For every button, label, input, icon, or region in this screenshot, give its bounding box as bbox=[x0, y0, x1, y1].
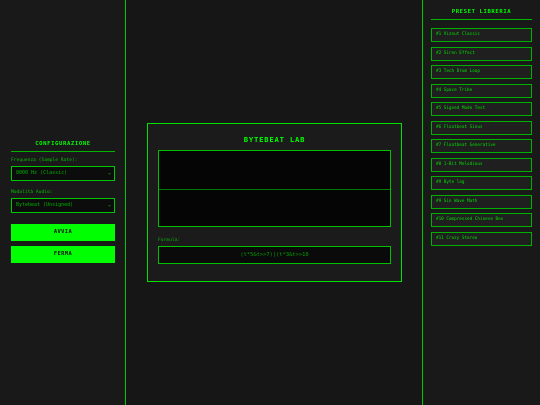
preset-item[interactable]: #4 Space Tribe bbox=[431, 83, 532, 98]
preset-item[interactable]: #10 Compressed Chinese Bex bbox=[431, 213, 532, 227]
sample-rate-value: 8000 Hz (Classic) bbox=[16, 170, 68, 176]
waveform-canvas bbox=[158, 150, 391, 227]
sample-rate-label: Frequenza (Sample Rate): bbox=[11, 158, 78, 163]
preset-item[interactable]: #9 Byte lag bbox=[431, 176, 532, 190]
mode-label: Modalità Audio: bbox=[11, 190, 53, 195]
preset-item[interactable]: #5 Signed Mode Test bbox=[431, 102, 532, 116]
lab-title: BYTEBEAT LAB bbox=[243, 135, 306, 144]
mode-select[interactable]: Bytebeat (Unsigned) ⌄ bbox=[11, 198, 115, 213]
config-title: CONFIGURAZIONE bbox=[11, 141, 115, 152]
preset-item[interactable]: #9 Sin Wave Math bbox=[431, 194, 532, 209]
preset-item[interactable]: #11 Crazy Stereo bbox=[431, 231, 532, 246]
preset-title: PRESET LIBRERIA bbox=[431, 9, 532, 20]
waveform-baseline bbox=[159, 189, 390, 190]
chevron-down-icon: ⌄ bbox=[107, 202, 111, 208]
stop-button[interactable]: FERMA bbox=[11, 246, 115, 263]
preset-item[interactable]: #8 1-Bit Melodious bbox=[431, 157, 532, 172]
preset-item[interactable]: #2 Siren Effect bbox=[431, 46, 532, 61]
mode-value: Bytebeat (Unsigned) bbox=[16, 202, 74, 208]
formula-label: Formula: bbox=[158, 238, 181, 243]
bytebeat-lab-panel: BYTEBEAT LAB Formula: (t*5&t>>7)|(t*3&t>… bbox=[147, 123, 402, 282]
chevron-down-icon: ⌄ bbox=[107, 170, 111, 176]
sample-rate-select[interactable]: 8000 Hz (Classic) ⌄ bbox=[11, 166, 115, 181]
play-button[interactable]: AVVIA bbox=[11, 224, 115, 241]
preset-item[interactable]: #1 Viznut Classic bbox=[431, 28, 532, 42]
preset-item[interactable]: #6 Floatbeat Sinus bbox=[431, 120, 532, 135]
formula-input[interactable]: (t*5&t>>7)|(t*3&t>>10 bbox=[158, 246, 391, 264]
preset-item[interactable]: #3 Tech Drum Loop bbox=[431, 65, 532, 79]
app-window: CONFIGURAZIONE Frequenza (Sample Rate): … bbox=[0, 0, 540, 405]
config-panel: CONFIGURAZIONE Frequenza (Sample Rate): … bbox=[0, 0, 126, 405]
preset-item[interactable]: #7 Floatbeat Generative bbox=[431, 139, 532, 153]
